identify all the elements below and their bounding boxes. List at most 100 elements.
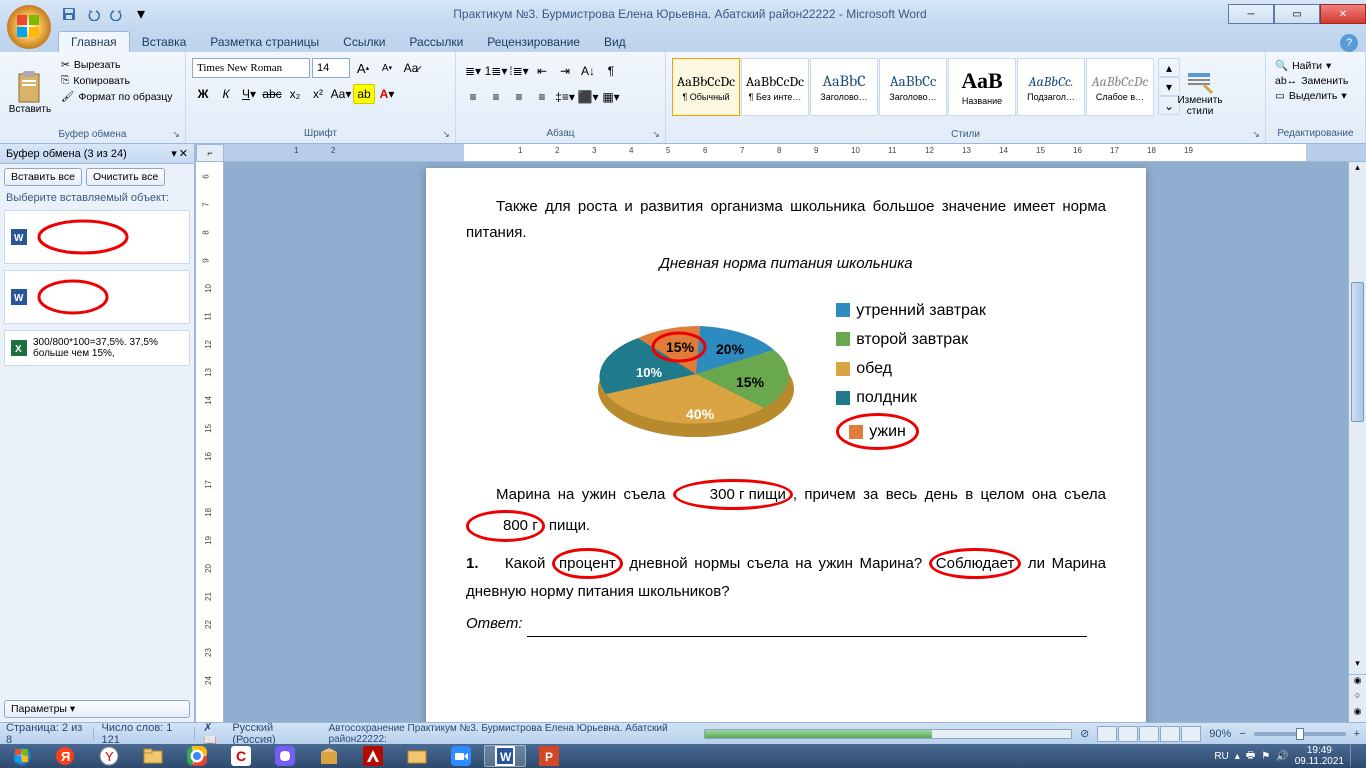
indent-dec-button[interactable]: ⇤ <box>531 61 553 81</box>
style-subtitle[interactable]: AaBbCc.Подзагол… <box>1017 58 1085 116</box>
tab-view[interactable]: Вид <box>592 32 638 52</box>
paste-all-button[interactable]: Вставить все <box>4 168 82 186</box>
task-zoom[interactable] <box>440 745 482 767</box>
scroll-down[interactable]: ▾ <box>1349 658 1366 674</box>
task-viber[interactable] <box>264 745 306 767</box>
task-yandex[interactable]: Я <box>44 745 86 767</box>
tray-volume-icon[interactable]: 🔊 <box>1276 751 1288 762</box>
multilevel-button[interactable]: ⁞≣▾ <box>508 61 530 81</box>
clear-all-button[interactable]: Очистить все <box>86 168 165 186</box>
show-desktop[interactable] <box>1350 745 1358 767</box>
qat-save[interactable] <box>58 3 80 25</box>
style-nospacing[interactable]: AaBbCcDc¶ Без инте… <box>741 58 809 116</box>
view-web[interactable] <box>1139 726 1159 742</box>
font-color-button[interactable]: A▾ <box>376 84 398 104</box>
maximize-button[interactable]: ▭ <box>1274 4 1320 24</box>
font-name-combo[interactable]: Times New Roman <box>192 58 310 78</box>
subscript-button[interactable]: x₂ <box>284 84 306 104</box>
zoom-slider[interactable] <box>1254 732 1346 736</box>
ruler-toggle[interactable]: ⌐ <box>196 144 224 162</box>
start-button[interactable] <box>2 744 42 768</box>
change-case-button[interactable]: Aa▾ <box>330 84 352 104</box>
underline-button[interactable]: Ч ▾ <box>238 84 260 104</box>
clip-item-3[interactable]: X 300/800*100=37,5%. 37,5% больше чем 15… <box>4 330 190 366</box>
zoom-out[interactable]: − <box>1239 728 1245 740</box>
vertical-scrollbar[interactable]: ▴ ▾ ◉ ○ ◉ <box>1348 162 1366 722</box>
task-browser[interactable]: Y <box>88 745 130 767</box>
style-heading1[interactable]: AaBbCЗаголово… <box>810 58 878 116</box>
task-box[interactable] <box>308 745 350 767</box>
status-words[interactable]: Число слов: 1 121 <box>101 722 186 746</box>
style-title[interactable]: АаВНазвание <box>948 58 1016 116</box>
qat-undo[interactable] <box>82 3 104 25</box>
tab-home[interactable]: Главная <box>58 31 130 52</box>
style-heading2[interactable]: AaBbCcЗаголово… <box>879 58 947 116</box>
grow-font-button[interactable]: A▴ <box>352 58 374 78</box>
document-page[interactable]: Также для роста и развития организма шко… <box>426 168 1146 722</box>
task-app-c[interactable]: C <box>220 745 262 767</box>
cut-button[interactable]: ✂Вырезать <box>58 58 176 72</box>
view-outline[interactable] <box>1160 726 1180 742</box>
tray-printer-icon[interactable]: 🖶 <box>1246 748 1255 765</box>
highlight-button[interactable]: ab <box>353 84 375 104</box>
tab-insert[interactable]: Вставка <box>130 32 199 52</box>
view-full-screen[interactable] <box>1118 726 1138 742</box>
sort-button[interactable]: A↓ <box>577 61 599 81</box>
task-chrome[interactable] <box>176 745 218 767</box>
qat-redo[interactable] <box>106 3 128 25</box>
vertical-ruler[interactable]: 6789101112131415161718192021222324 <box>196 162 224 722</box>
align-left-button[interactable]: ≡ <box>462 87 484 107</box>
change-styles-button[interactable]: Изменить стили <box>1176 58 1224 126</box>
line-spacing-button[interactable]: ‡≡▾ <box>554 87 576 107</box>
paragraph-launcher[interactable]: ↘ <box>649 127 663 141</box>
clip-panel-close[interactable]: ✕ <box>179 147 188 160</box>
document-area[interactable]: Также для роста и развития организма шко… <box>224 162 1348 722</box>
styles-launcher[interactable]: ↘ <box>1249 127 1263 141</box>
tray-show-hidden[interactable]: ▴ <box>1235 751 1240 762</box>
bold-button[interactable]: Ж <box>192 84 214 104</box>
align-center-button[interactable]: ≡ <box>485 87 507 107</box>
shrink-font-button[interactable]: A▾ <box>376 58 398 78</box>
style-normal[interactable]: AaBbCcDc¶ Обычный <box>672 58 740 116</box>
font-size-combo[interactable]: 14 <box>312 58 350 78</box>
tray-clock[interactable]: 19:49 09.11.2021 <box>1295 745 1344 767</box>
style-subtle[interactable]: AaBbCcDcСлабое в… <box>1086 58 1154 116</box>
numbering-button[interactable]: 1≣▾ <box>485 61 507 81</box>
close-button[interactable]: ✕ <box>1320 4 1366 24</box>
help-button[interactable]: ? <box>1340 34 1358 52</box>
minimize-button[interactable]: ─ <box>1228 4 1274 24</box>
replace-button[interactable]: ab↔Заменить <box>1272 74 1351 88</box>
tab-page-layout[interactable]: Разметка страницы <box>198 32 331 52</box>
clip-panel-menu[interactable]: ▾ <box>171 147 177 160</box>
view-print-layout[interactable] <box>1097 726 1117 742</box>
italic-button[interactable]: К <box>215 84 237 104</box>
tab-review[interactable]: Рецензирование <box>475 32 592 52</box>
zoom-in[interactable]: + <box>1354 728 1360 740</box>
align-right-button[interactable]: ≡ <box>508 87 530 107</box>
copy-button[interactable]: ⎘Копировать <box>58 73 176 88</box>
task-powerpoint[interactable]: P <box>528 745 570 767</box>
paste-button[interactable]: Вставить <box>6 58 54 126</box>
zoom-level[interactable]: 90% <box>1209 728 1231 740</box>
strikethrough-button[interactable]: abc <box>261 84 283 104</box>
clip-item-1[interactable]: W <box>4 210 190 264</box>
indent-inc-button[interactable]: ⇥ <box>554 61 576 81</box>
shading-button[interactable]: ⬛▾ <box>577 87 599 107</box>
clear-format-button[interactable]: Aa̷ <box>400 58 422 78</box>
browse-object[interactable]: ○ <box>1349 690 1366 706</box>
find-button[interactable]: 🔍Найти ▾ <box>1272 58 1351 73</box>
status-language[interactable]: Русский (Россия) <box>232 722 312 746</box>
clip-item-2[interactable]: W <box>4 270 190 324</box>
tray-lang[interactable]: RU <box>1214 751 1228 762</box>
next-page[interactable]: ◉ <box>1349 706 1366 722</box>
tab-references[interactable]: Ссылки <box>331 32 397 52</box>
office-button[interactable] <box>4 2 54 52</box>
justify-button[interactable]: ≡ <box>531 87 553 107</box>
task-explorer[interactable] <box>132 745 174 767</box>
horizontal-ruler[interactable]: 1212345678910111213141516171819 <box>224 144 1366 162</box>
scroll-up[interactable]: ▴ <box>1349 162 1366 178</box>
select-button[interactable]: ▭Выделить ▾ <box>1272 89 1351 103</box>
task-folder2[interactable] <box>396 745 438 767</box>
scroll-thumb[interactable] <box>1351 282 1364 422</box>
borders-button[interactable]: ▦▾ <box>600 87 622 107</box>
